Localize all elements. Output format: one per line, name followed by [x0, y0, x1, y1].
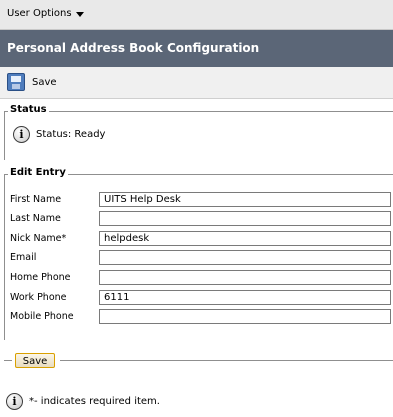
work-phone-label: Work Phone [10, 292, 67, 303]
info-icon: i [6, 393, 23, 410]
work-phone-field[interactable] [99, 290, 391, 305]
edit-entry-section: Edit Entry First Name Last Name Nick Nam… [4, 167, 393, 340]
last-name-label: Last Name [10, 213, 61, 224]
save-disk-icon [7, 73, 25, 91]
page-title: Personal Address Book Configuration [7, 41, 260, 55]
status-legend: Status [8, 104, 49, 115]
save-button[interactable]: Save [15, 353, 55, 368]
chevron-down-icon [75, 11, 84, 17]
nick-name-label: Nick Name* [10, 233, 67, 244]
top-menu-bar: User Options [0, 0, 393, 30]
page-title-bar: Personal Address Book Configuration [0, 30, 393, 67]
divider [4, 360, 12, 361]
user-options-label: User Options [7, 8, 72, 19]
first-name-field[interactable] [99, 192, 391, 207]
nick-name-field[interactable] [99, 231, 391, 246]
home-phone-field[interactable] [99, 270, 391, 285]
mobile-phone-label: Mobile Phone [10, 311, 74, 322]
user-options-menu[interactable]: User Options [7, 8, 84, 19]
status-row: i Status: Ready [13, 126, 105, 143]
toolbar-save-button[interactable]: Save [7, 73, 57, 91]
divider [60, 360, 393, 361]
status-section: Status i Status: Ready [4, 104, 393, 160]
home-phone-label: Home Phone [10, 272, 71, 283]
status-text: Status: Ready [36, 129, 106, 140]
toolbar-save-label: Save [32, 76, 57, 88]
first-name-label: First Name [10, 194, 62, 205]
mobile-phone-field[interactable] [99, 309, 391, 324]
bottom-action-bar: Save [0, 353, 393, 369]
email-label: Email [10, 252, 37, 263]
info-icon: i [13, 126, 30, 143]
required-note-text: *- indicates required item. [29, 396, 160, 407]
edit-entry-legend: Edit Entry [8, 167, 68, 178]
required-note: i *- indicates required item. [6, 393, 160, 410]
toolbar: Save [0, 67, 393, 99]
email-field[interactable] [99, 250, 391, 265]
last-name-field[interactable] [99, 211, 391, 226]
